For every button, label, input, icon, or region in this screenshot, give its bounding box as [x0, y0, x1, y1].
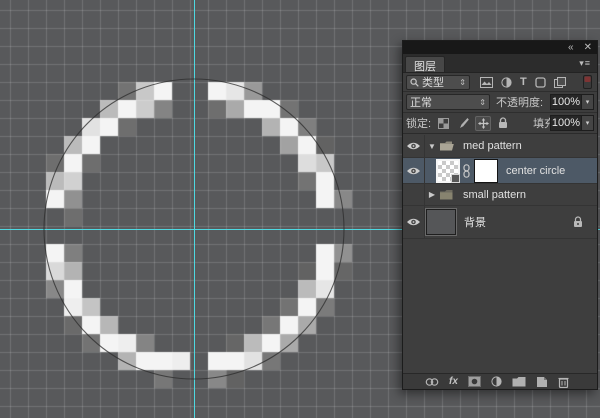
- filter-toggle-switch[interactable]: [583, 75, 592, 89]
- collapse-panel-icon[interactable]: «: [568, 43, 574, 53]
- close-panel-icon[interactable]: ✕: [584, 43, 592, 53]
- eye-icon: [406, 166, 421, 176]
- mask-link-icon[interactable]: [462, 164, 471, 178]
- layer-list: ▼ med pattern: [403, 135, 597, 373]
- opacity-label: 不透明度:: [496, 94, 543, 110]
- layer-row-med-pattern[interactable]: ▼ med pattern: [403, 135, 597, 158]
- filter-adjustment-layers-icon[interactable]: [501, 77, 512, 88]
- eye-icon: [406, 141, 421, 151]
- visibility-toggle[interactable]: [403, 206, 425, 238]
- lock-transparency-button[interactable]: [435, 116, 451, 131]
- panel-tab-row: 图层 ▾≡: [403, 54, 597, 73]
- visibility-toggle[interactable]: [403, 135, 425, 157]
- layer-row-center-circle[interactable]: center circle: [403, 158, 597, 184]
- visibility-toggle[interactable]: [403, 158, 425, 183]
- lock-position-button[interactable]: [475, 116, 491, 131]
- layer-row-background[interactable]: 背景: [403, 206, 597, 239]
- new-layer-icon[interactable]: [536, 376, 548, 388]
- layer-lock-icon: [573, 216, 583, 228]
- chevron-updown-icon: ⇕: [459, 78, 466, 87]
- layer-mask-thumbnail[interactable]: [474, 159, 498, 183]
- new-group-icon[interactable]: [512, 376, 526, 387]
- blend-mode-row: 正常 ⇕ 不透明度: 100% ▾: [403, 92, 597, 113]
- group-expander-open[interactable]: ▼: [425, 142, 439, 151]
- blend-mode-dropdown[interactable]: 正常 ⇕: [406, 94, 490, 110]
- filter-type-dropdown[interactable]: 类型 ⇕: [406, 75, 470, 90]
- tab-layers[interactable]: 图层: [405, 56, 445, 72]
- opacity-dropdown-arrow-icon[interactable]: ▾: [582, 94, 594, 110]
- filter-shape-layers-icon[interactable]: [535, 77, 546, 88]
- panel-menu-icon[interactable]: ▾≡: [579, 58, 591, 69]
- layer-name: med pattern: [463, 140, 522, 152]
- layer-row-small-pattern[interactable]: ▶ small pattern: [403, 184, 597, 206]
- panel-bottom-bar: fx: [403, 373, 597, 389]
- thumbnail-badge-icon: [451, 174, 460, 183]
- panel-titlebar: « ✕: [403, 41, 597, 54]
- group-expander-closed[interactable]: ▶: [425, 190, 439, 199]
- chevron-updown-icon: ⇕: [479, 98, 486, 107]
- layer-name: center circle: [506, 165, 565, 177]
- layer-thumbnail[interactable]: [436, 159, 460, 183]
- background-thumbnail[interactable]: [426, 209, 456, 235]
- folder-open-icon: [439, 140, 455, 152]
- lock-all-button[interactable]: [495, 116, 511, 131]
- fill-value[interactable]: 100%: [550, 115, 582, 131]
- layer-name: small pattern: [463, 189, 526, 201]
- lock-label: 锁定:: [406, 115, 431, 131]
- filter-type-label: 类型: [422, 74, 444, 90]
- layers-panel: « ✕ 图层 ▾≡ 类型 ⇕ T: [402, 40, 598, 390]
- filter-smart-object-icon[interactable]: [554, 77, 566, 88]
- new-adjustment-layer-icon[interactable]: [491, 376, 502, 387]
- filter-icons: T: [480, 76, 566, 88]
- lock-buttons: [435, 116, 511, 131]
- fill-dropdown-arrow-icon[interactable]: ▾: [582, 115, 594, 131]
- search-icon: [410, 78, 419, 87]
- layer-style-icon[interactable]: fx: [449, 377, 458, 387]
- filter-type-layers-icon[interactable]: T: [520, 76, 527, 88]
- visibility-toggle-empty[interactable]: [403, 184, 425, 205]
- delete-layer-icon[interactable]: [558, 376, 569, 388]
- add-mask-icon[interactable]: [468, 376, 481, 387]
- lock-row: 锁定: 填充: 100% ▾: [403, 113, 597, 134]
- layer-name: 背景: [464, 214, 486, 230]
- photoshop-workspace: « ✕ 图层 ▾≡ 类型 ⇕ T: [0, 0, 600, 418]
- filter-pixel-layers-icon[interactable]: [480, 77, 493, 88]
- eye-icon: [406, 217, 421, 227]
- opacity-value[interactable]: 100%: [550, 94, 582, 110]
- blend-mode-value: 正常: [410, 94, 432, 110]
- filter-row: 类型 ⇕ T: [403, 73, 597, 92]
- folder-closed-icon: [439, 189, 455, 201]
- link-layers-icon[interactable]: [425, 377, 439, 387]
- lock-pixels-button[interactable]: [455, 116, 471, 131]
